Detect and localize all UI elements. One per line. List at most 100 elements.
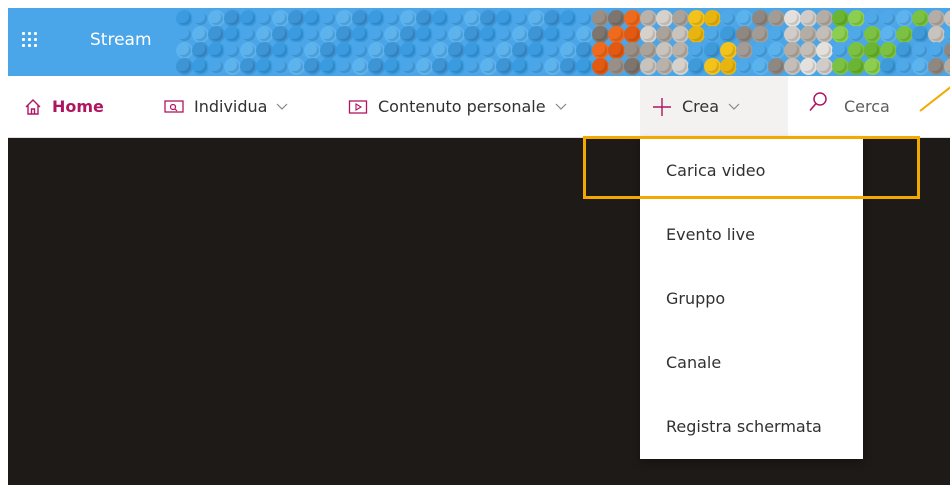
lego-brick xyxy=(194,44,207,57)
lego-brick xyxy=(594,44,607,57)
lego-brick xyxy=(610,28,623,41)
lego-brick xyxy=(706,44,719,57)
lego-brick xyxy=(914,44,927,57)
lego-brick xyxy=(210,60,223,73)
lego-banner-image xyxy=(178,8,950,76)
lego-brick xyxy=(354,28,367,41)
lego-brick xyxy=(258,60,271,73)
lego-brick xyxy=(834,12,847,25)
lego-brick xyxy=(642,60,655,73)
lego-brick xyxy=(834,28,847,41)
lego-brick xyxy=(306,12,319,25)
lego-brick xyxy=(402,12,415,25)
lego-brick xyxy=(530,12,543,25)
lego-brick xyxy=(802,28,815,41)
lego-brick xyxy=(562,60,575,73)
lego-brick xyxy=(898,12,911,25)
nav-create-label: Crea xyxy=(682,97,720,116)
nav-create[interactable]: Crea xyxy=(640,76,788,137)
lego-brick xyxy=(626,60,639,73)
lego-brick xyxy=(482,28,495,41)
lego-brick xyxy=(802,60,815,73)
lego-brick xyxy=(802,44,815,57)
lego-brick xyxy=(946,44,950,57)
lego-brick xyxy=(770,12,783,25)
plus-icon xyxy=(652,97,672,117)
app-title[interactable]: Stream xyxy=(90,30,152,50)
lego-brick xyxy=(402,44,415,57)
lego-brick xyxy=(754,28,767,41)
lego-brick xyxy=(178,28,191,41)
lego-brick xyxy=(418,60,431,73)
lego-brick xyxy=(690,44,703,57)
lego-brick xyxy=(738,44,751,57)
lego-brick xyxy=(578,12,591,25)
lego-brick xyxy=(562,12,575,25)
lego-brick xyxy=(546,60,559,73)
menu-item-live-event[interactable]: Evento live xyxy=(640,202,863,266)
lego-brick xyxy=(818,44,831,57)
lego-brick xyxy=(642,44,655,57)
lego-brick xyxy=(434,60,447,73)
lego-brick xyxy=(274,28,287,41)
lego-brick xyxy=(562,28,575,41)
lego-brick xyxy=(434,12,447,25)
lego-brick xyxy=(354,60,367,73)
lego-brick xyxy=(370,28,383,41)
lego-brick xyxy=(594,60,607,73)
lego-brick xyxy=(882,60,895,73)
menu-item-record-screen[interactable]: Registra schermata xyxy=(640,394,863,458)
chevron-down-icon xyxy=(555,103,567,111)
lego-brick xyxy=(914,12,927,25)
lego-brick xyxy=(706,12,719,25)
lego-brick xyxy=(946,60,950,73)
lego-brick xyxy=(674,28,687,41)
chevron-down-icon xyxy=(728,103,740,111)
lego-brick xyxy=(594,28,607,41)
nav-discover[interactable]: Individua xyxy=(164,76,288,137)
lego-brick xyxy=(930,60,943,73)
lego-brick xyxy=(370,12,383,25)
lego-brick xyxy=(498,60,511,73)
menu-item-group[interactable]: Gruppo xyxy=(640,266,863,330)
lego-brick xyxy=(626,44,639,57)
lego-brick xyxy=(818,28,831,41)
lego-brick xyxy=(834,44,847,57)
lego-brick xyxy=(242,60,255,73)
lego-brick xyxy=(786,60,799,73)
lego-brick xyxy=(338,28,351,41)
lego-brick xyxy=(322,60,335,73)
waffle-icon[interactable] xyxy=(22,32,38,48)
nav-my-content-label: Contenuto personale xyxy=(378,97,546,116)
lego-brick xyxy=(722,28,735,41)
lego-brick xyxy=(850,44,863,57)
lego-brick xyxy=(818,12,831,25)
lego-brick xyxy=(754,44,767,57)
lego-brick xyxy=(258,28,271,41)
lego-brick xyxy=(210,44,223,57)
lego-brick xyxy=(482,60,495,73)
lego-brick xyxy=(658,60,671,73)
lego-brick xyxy=(338,12,351,25)
lego-brick xyxy=(898,44,911,57)
lego-brick xyxy=(418,12,431,25)
nav-discover-label: Individua xyxy=(194,97,268,116)
lego-brick xyxy=(306,60,319,73)
lego-brick xyxy=(226,44,239,57)
nav-search[interactable]: Cerca xyxy=(808,76,890,137)
menu-item-channel[interactable]: Canale xyxy=(640,330,863,394)
lego-brick xyxy=(402,60,415,73)
lego-brick xyxy=(194,60,207,73)
lego-brick xyxy=(178,44,191,57)
lego-brick xyxy=(530,60,543,73)
lego-brick xyxy=(466,28,479,41)
lego-brick xyxy=(610,12,623,25)
lego-brick xyxy=(226,60,239,73)
lego-brick xyxy=(770,44,783,57)
lego-brick xyxy=(194,12,207,25)
lego-brick xyxy=(466,12,479,25)
lego-brick xyxy=(242,44,255,57)
nav-home[interactable]: Home xyxy=(24,76,104,137)
search-icon xyxy=(808,91,828,113)
nav-my-content[interactable]: Contenuto personale xyxy=(348,76,567,137)
